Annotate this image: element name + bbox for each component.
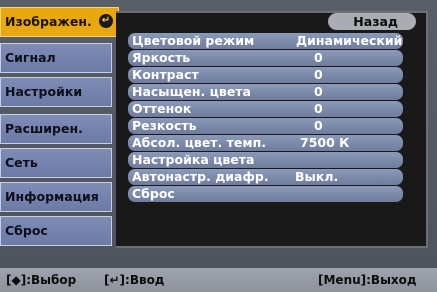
setting-label: Сброс [132,186,175,201]
setting-label: Яркость [132,50,191,65]
setting-row-contrast[interactable]: Контраст 0 [128,67,403,83]
status-select-hint: [◆]:Выбор [6,273,77,287]
setting-value: Выкл. [295,169,339,184]
setting-value: Динамический [296,33,403,48]
setting-label: Автонастр. диафр. [132,169,269,184]
setting-row-saturation[interactable]: Насыщен. цвета 0 [128,84,403,100]
menu-item-reset[interactable]: Сброс [0,216,112,246]
setting-value: 0 [314,67,323,82]
menu-item-settings[interactable]: Настройки [0,77,112,107]
setting-label: Абсол. цвет. темп. [132,135,266,150]
menu-item-label: Изображен. [5,14,92,29]
menu-item-label: Информация [5,189,99,204]
menu-item-extended[interactable]: Расширен. [0,114,112,144]
projector-menu-screen: Изображен. ↵ Сигнал Настройки Расширен. … [0,0,437,268]
setting-value: 0 [314,101,323,116]
menu-item-label: Сброс [5,223,48,238]
setting-row-color-temp[interactable]: Абсол. цвет. темп. 7500 К [128,135,403,151]
setting-label: Настройка цвета [132,152,255,167]
setting-label: Оттенок [132,101,192,116]
setting-row-tint[interactable]: Оттенок 0 [128,101,403,117]
setting-row-auto-iris[interactable]: Автонастр. диафр. Выкл. [128,169,403,185]
setting-value: 0 [314,50,323,65]
menu-item-signal[interactable]: Сигнал [0,43,112,73]
setting-label: Контраст [132,67,199,82]
setting-row-color-adjust[interactable]: Настройка цвета [128,152,403,168]
setting-row-color-mode[interactable]: Цветовой режим Динамический [128,33,403,49]
menu-item-info[interactable]: Информация [0,182,112,212]
menu-item-label: Сеть [5,155,38,170]
menu-item-label: Сигнал [5,50,56,65]
menu-item-label: Расширен. [5,121,83,136]
setting-label: Насыщен. цвета [132,84,251,99]
status-bar: [◆]:Выбор [↵]:Ввод [Menu]:Выход [0,268,437,292]
back-button[interactable]: Назад [328,13,416,30]
setting-value: 0 [314,118,323,133]
menu-item-image[interactable]: Изображен. ↵ [0,7,119,37]
setting-value: 7500 К [300,135,350,150]
enter-icon: ↵ [99,14,113,28]
status-enter-hint: [↵]:Ввод [104,273,165,287]
menu-item-label: Настройки [5,84,83,99]
setting-row-sharpness[interactable]: Резкость 0 [128,118,403,134]
status-exit-hint: [Menu]:Выход [318,273,417,287]
setting-label: Резкость [132,118,197,133]
setting-row-reset[interactable]: Сброс [128,186,403,202]
setting-label: Цветовой режим [132,33,255,48]
setting-row-brightness[interactable]: Яркость 0 [128,50,403,66]
menu-item-network[interactable]: Сеть [0,148,112,178]
setting-value: 0 [314,84,323,99]
